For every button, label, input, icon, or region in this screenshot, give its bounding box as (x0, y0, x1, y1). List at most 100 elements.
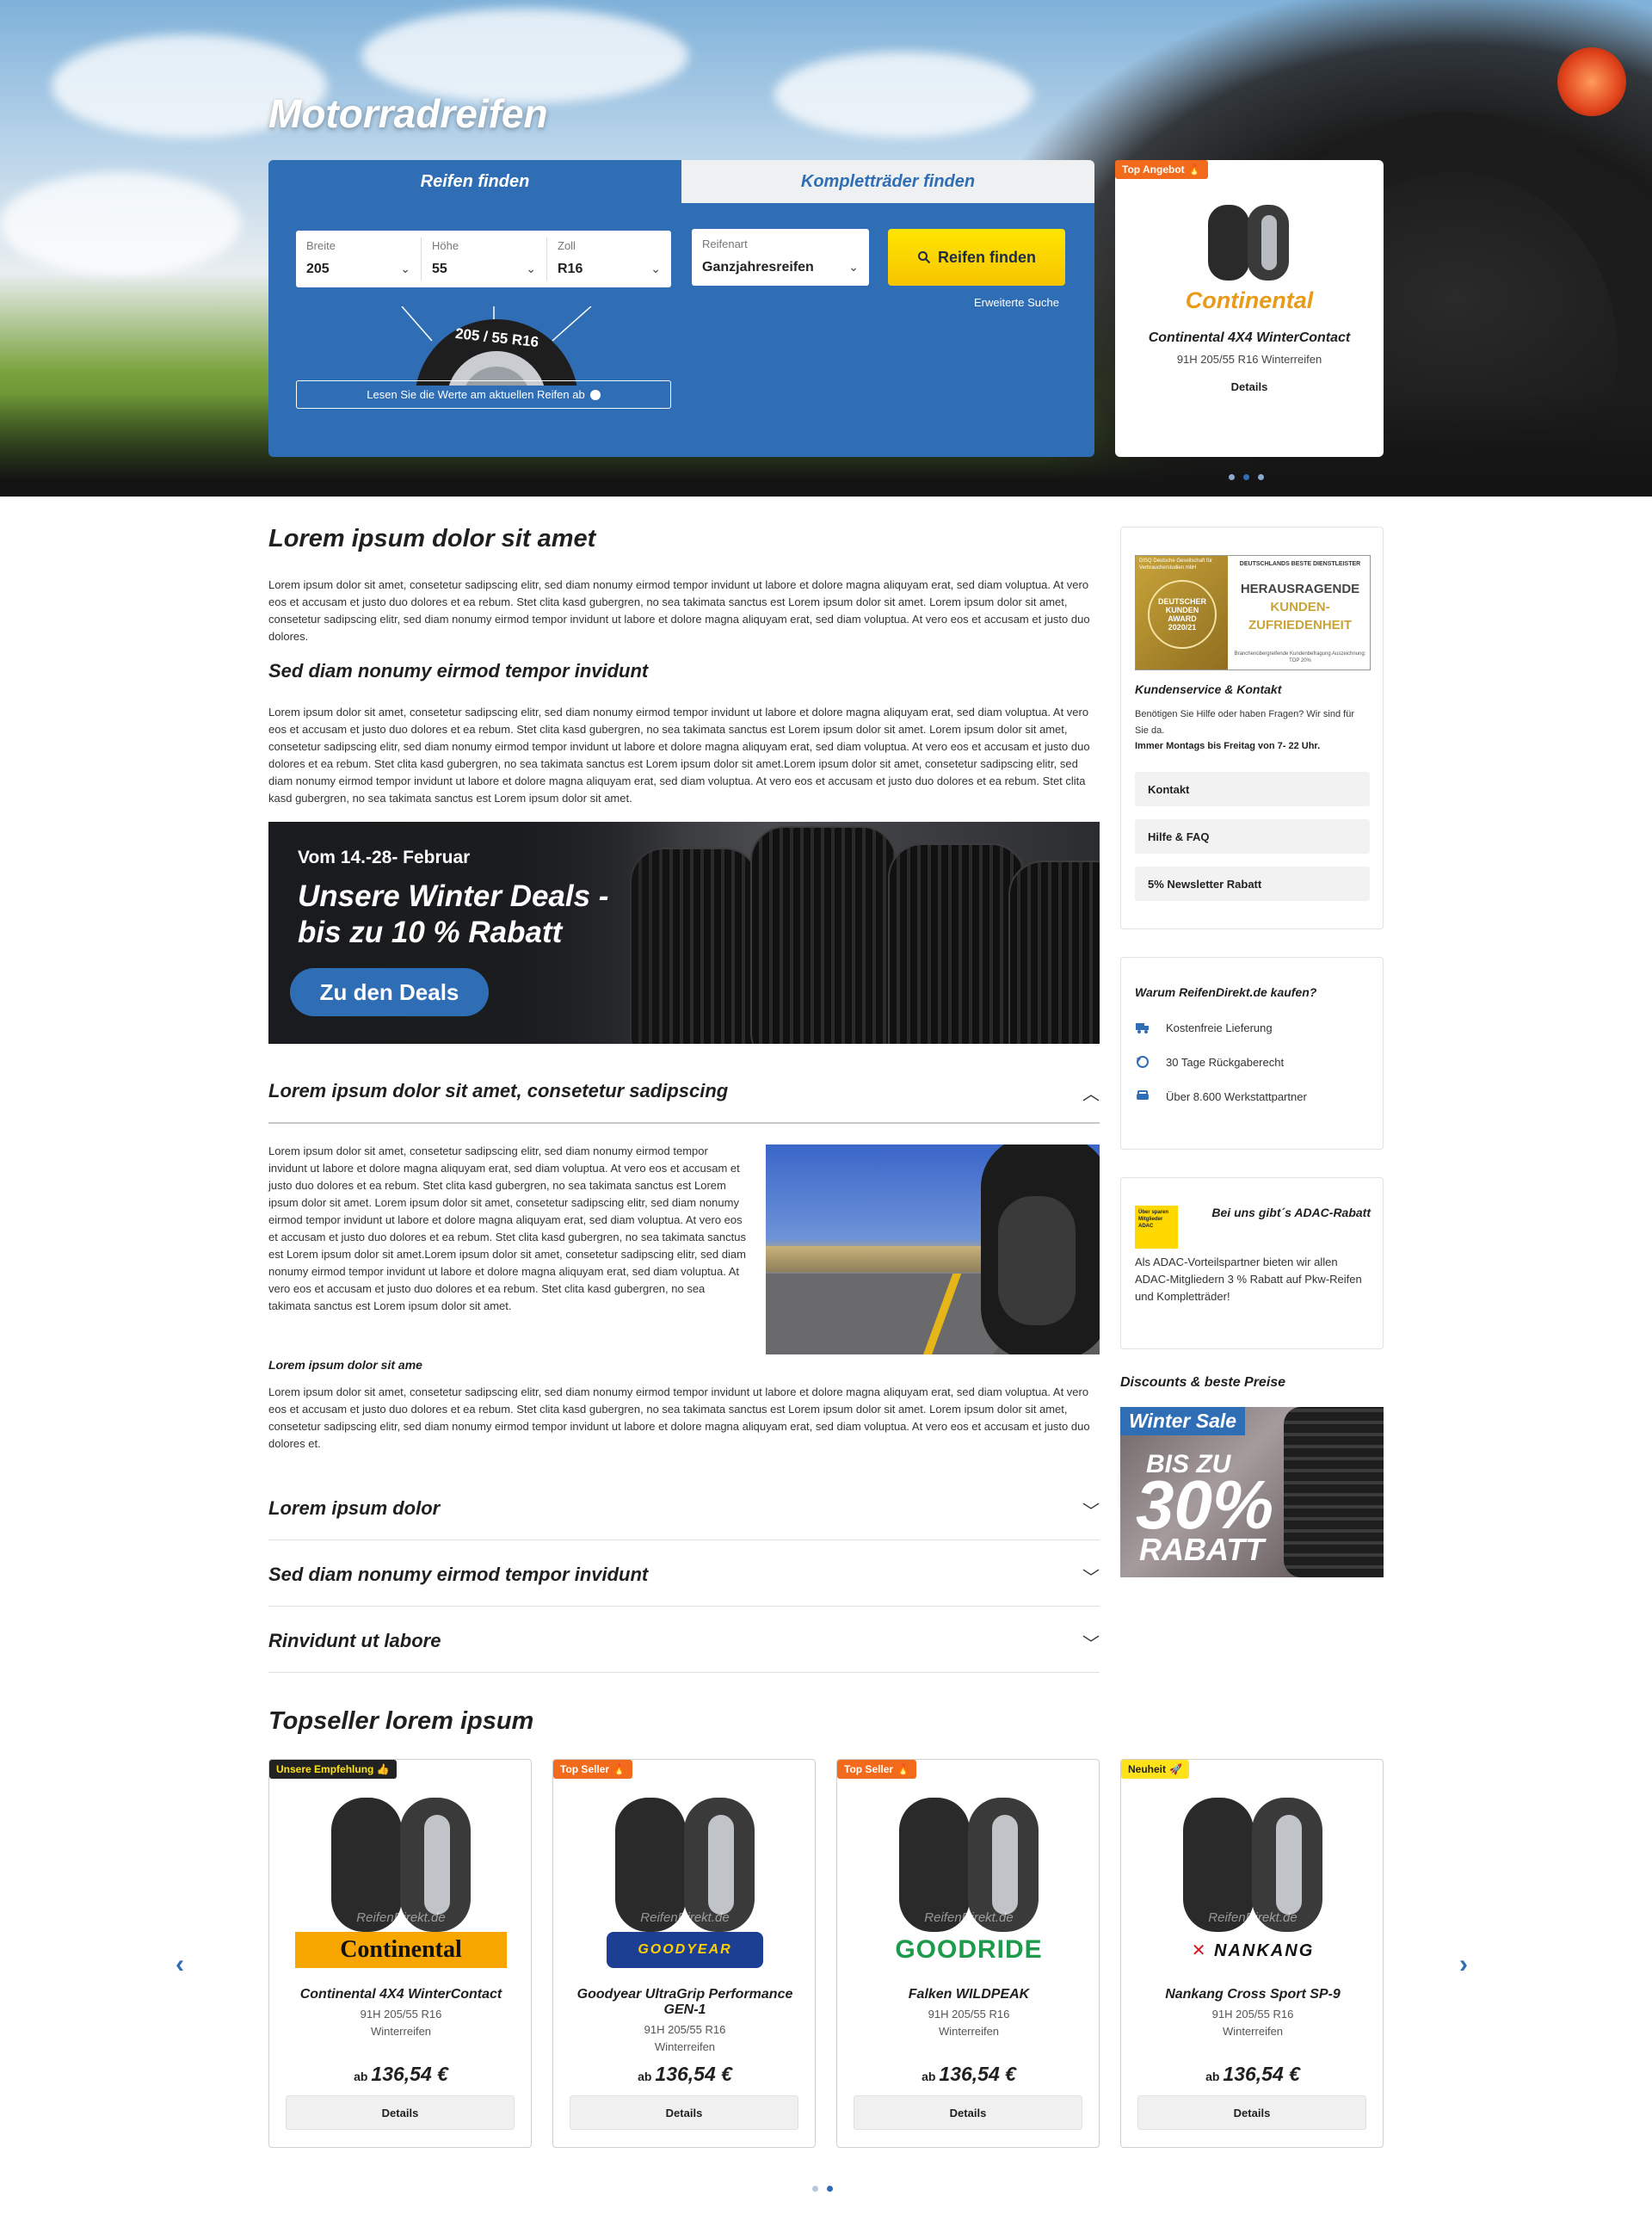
winter-sale-label: Winter Sale (1120, 1407, 1246, 1435)
accordion-title: Lorem ipsum dolor (268, 1497, 441, 1519)
tab-komplettraeder-finden[interactable]: Kompletträder finden (681, 160, 1094, 203)
winter-deals-banner[interactable]: Vom 14.-28- Februar Unsere Winter Deals … (268, 822, 1100, 1044)
zoll-select[interactable]: Zoll R16 ⌄ (547, 231, 671, 287)
flame-icon: 🔥 (1187, 164, 1201, 176)
hero-carousel-dots (1229, 474, 1264, 480)
new-badge: Neuheit 🚀 (1121, 1760, 1189, 1779)
continental-logo: Continental (1185, 287, 1314, 313)
award-line-1: HERAUSRAGENDE (1240, 582, 1360, 596)
page-title: Motorradreifen (268, 91, 548, 136)
carousel-dot[interactable] (1258, 474, 1264, 480)
accordion-subheading: Lorem ipsum dolor sit ame (268, 1358, 422, 1372)
top-offer-card[interactable]: Top Angebot 🔥 Continental Continental 4X… (1115, 160, 1384, 457)
hoehe-value: 55 (432, 262, 447, 276)
details-button[interactable]: Details (570, 2095, 798, 2130)
help-faq-link[interactable]: Hilfe & FAQ (1135, 819, 1370, 854)
product-card[interactable]: Top Seller 🔥 ReifenDirekt.de GOODYEAR Goo… (552, 1759, 816, 2148)
brand-label: Continental (340, 1936, 462, 1963)
product-type: Winterreifen (938, 2025, 1000, 2038)
divider (268, 1539, 1100, 1540)
details-button[interactable]: Details (286, 2095, 515, 2130)
truck-icon (1136, 1023, 1149, 1033)
badge-label: Top Angebot (1122, 164, 1185, 176)
accordion-header[interactable]: Lorem ipsum dolor ﹀ (268, 1497, 1100, 1523)
product-name: Continental 4X4 WinterContact (299, 1987, 502, 2002)
feature-label: 30 Tage Rückgaberecht (1166, 1055, 1285, 1069)
adac-text: Als ADAC-Vorteilspartner bieten wir alle… (1135, 1256, 1362, 1303)
brand-label: NANKANG (1214, 1940, 1315, 1960)
motorcycle-road-image (766, 1145, 1100, 1354)
topseller-carousel-dots (812, 2186, 833, 2192)
newsletter-discount-link[interactable]: 5% Newsletter Rabatt (1135, 867, 1370, 901)
carousel-dot[interactable] (827, 2186, 833, 2192)
contact-link[interactable]: Kontakt (1135, 772, 1370, 806)
award-seal: DISQ Deutsche Gesellschaft für Verbrauch… (1136, 556, 1228, 669)
hoehe-select[interactable]: Höhe 55 ⌄ (422, 231, 546, 287)
details-button[interactable]: Details (854, 2095, 1082, 2130)
chevron-down-icon: ﹀ (1082, 1502, 1100, 1521)
info-icon (589, 389, 601, 400)
accordion-title: Sed diam nonumy eirmod tempor invidunt (268, 1564, 649, 1585)
product-type: Winterreifen (654, 2040, 716, 2053)
customer-service-box: DISQ Deutsche Gesellschaft für Verbrauch… (1120, 527, 1384, 929)
service-hours: Immer Montags bis Freitag von 7- 22 Uhr. (1135, 741, 1321, 751)
watermark: ReifenDirekt.de (356, 1910, 445, 1925)
price-value: 136,54 € (655, 2063, 732, 2085)
reifenart-value: Ganzjahresreifen (702, 260, 814, 275)
advanced-search-link[interactable]: Erweiterte Suche (974, 296, 1059, 309)
tire-size-fields: Breite 205 ⌄ Höhe 55 ⌄ Zoll R16 ⌄ (296, 231, 671, 287)
find-tires-button[interactable]: Reifen finden (888, 229, 1065, 286)
read-values-button[interactable]: Lesen Sie die Werte am aktuellen Reifen … (296, 380, 671, 409)
accordion-title: Rinvidunt ut labore (268, 1630, 441, 1651)
tire-search-box: Reifen finden Kompletträder finden Breit… (268, 160, 1094, 457)
accordion-header[interactable]: Sed diam nonumy eirmod tempor invidunt ﹀ (268, 1564, 1100, 1589)
carousel-dot[interactable] (1243, 474, 1249, 480)
divider (268, 1606, 1100, 1607)
carousel-dot[interactable] (1229, 474, 1235, 480)
customer-award-badge: DISQ Deutsche Gesellschaft für Verbrauch… (1135, 555, 1371, 670)
continental-logo: Continental (295, 1932, 507, 1968)
breite-select[interactable]: Breite 205 ⌄ (296, 231, 421, 287)
feature-workshops: Über 8.600 Werkstattpartner (1135, 1089, 1307, 1104)
tire-image: ReifenDirekt.de (1183, 1798, 1322, 1932)
brand-label: GOODYEAR (638, 1942, 732, 1957)
reifenart-select[interactable]: Reifenart Ganzjahresreifen ⌄ (692, 229, 869, 286)
top-offer-name: Continental 4X4 WinterContact (1148, 330, 1351, 345)
product-card[interactable]: Top Seller 🔥 ReifenDirekt.de GOODRIDE Fal… (836, 1759, 1100, 2148)
accordion-header-open[interactable]: Lorem ipsum dolor sit amet, consetetur s… (268, 1080, 1100, 1106)
price-value: 136,54 € (939, 2063, 1016, 2085)
accordion-header[interactable]: Rinvidunt ut labore ﹀ (268, 1630, 1100, 1656)
flame-icon: 🔥 (897, 1763, 910, 1775)
top-offer-details-link[interactable]: Details (1115, 380, 1384, 393)
accordion-title: Lorem ipsum dolor sit amet, consetetur s… (268, 1080, 729, 1101)
product-price: ab 136,54 € (1130, 2063, 1376, 2086)
tab-reifen-finden[interactable]: Reifen finden (268, 160, 681, 203)
top-offer-badge: Top Angebot 🔥 (1115, 160, 1208, 179)
award-seal-text: DEUTSCHER KUNDEN AWARD 2020/21 (1148, 580, 1217, 649)
product-card[interactable]: Unsere Empfehlung 👍 ReifenDirekt.de Cont… (268, 1759, 532, 2148)
details-button[interactable]: Details (1137, 2095, 1366, 2130)
winter-sale-banner[interactable]: Winter Sale BIS ZU 30% RABATT (1120, 1407, 1384, 1577)
product-name: Goodyear UltraGrip Performance GEN-1 (576, 1987, 793, 2017)
top-seller-badge: Top Seller 🔥 (553, 1760, 633, 1779)
tire-image: ReifenDirekt.de (615, 1798, 755, 1932)
price-prefix: ab (354, 2070, 368, 2083)
feature-label: Über 8.600 Werkstattpartner (1166, 1089, 1307, 1103)
find-tires-label: Reifen finden (937, 248, 1036, 266)
adac-title: Bei uns gibt´s ADAC-Rabatt (1211, 1206, 1371, 1219)
zoll-value: R16 (558, 262, 583, 276)
brand-label: GOODRIDE (895, 1935, 1043, 1964)
carousel-next-arrow[interactable]: › (1459, 1950, 1468, 1979)
award-issuer: DISQ Deutsche Gesellschaft für Verbrauch… (1139, 558, 1213, 571)
service-title: Kundenservice & Kontakt (1135, 682, 1282, 696)
badge-label: Unsere Empfehlung 👍 (276, 1763, 390, 1775)
product-card[interactable]: Neuheit 🚀 ReifenDirekt.de ✕ NANKANG Nanka… (1120, 1759, 1384, 2148)
watermark: ReifenDirekt.de (1208, 1910, 1297, 1925)
flame-icon: 🔥 (613, 1763, 626, 1775)
to-deals-button[interactable]: Zu den Deals (290, 968, 489, 1016)
chevron-down-icon: ⌄ (400, 262, 410, 275)
hoehe-label: Höhe (432, 239, 459, 252)
carousel-dot[interactable] (812, 2186, 818, 2192)
rocket-icon: 🚀 (1169, 1763, 1182, 1775)
carousel-prev-arrow[interactable]: ‹ (176, 1950, 184, 1979)
